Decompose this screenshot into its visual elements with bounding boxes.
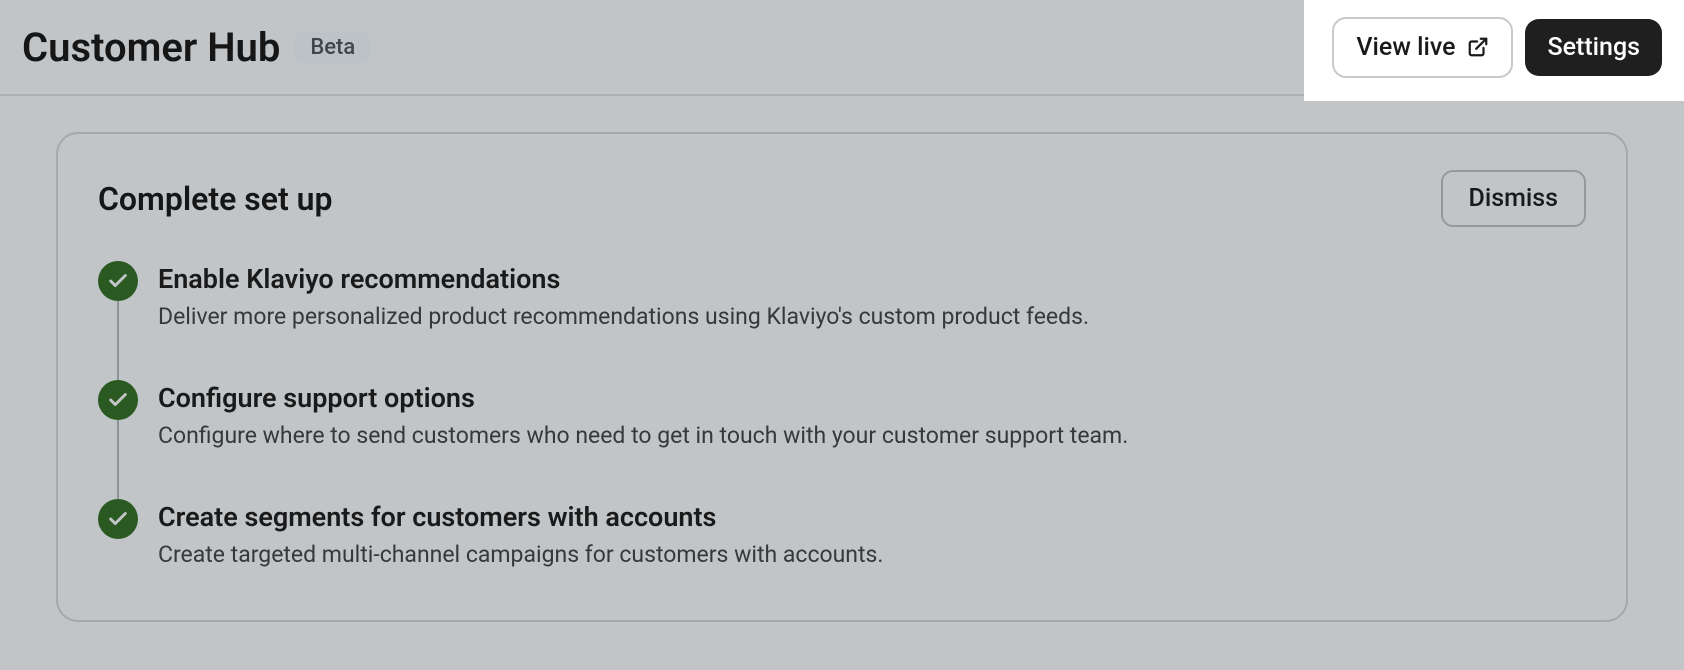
dismiss-label: Dismiss — [1469, 184, 1558, 213]
beta-badge: Beta — [294, 31, 371, 64]
settings-label: Settings — [1547, 33, 1640, 62]
header-left: Customer Hub Beta — [22, 24, 371, 71]
external-link-icon — [1467, 36, 1489, 58]
checkmark-icon — [98, 261, 138, 301]
step-description: Create targeted multi-channel campaigns … — [158, 539, 883, 570]
step-content: Create segments for customers with accou… — [158, 499, 883, 570]
card-header: Complete set up Dismiss — [98, 170, 1586, 227]
step-description: Deliver more personalized product recomm… — [158, 301, 1089, 332]
steps-list: Enable Klaviyo recommendations Deliver m… — [98, 261, 1586, 570]
setup-card: Complete set up Dismiss Enable Klaviyo r… — [56, 132, 1628, 622]
dismiss-button[interactable]: Dismiss — [1441, 170, 1586, 227]
step-title: Enable Klaviyo recommendations — [158, 263, 1089, 295]
step-item: Create segments for customers with accou… — [98, 499, 1586, 570]
view-live-button[interactable]: View live — [1332, 17, 1513, 78]
step-title: Configure support options — [158, 382, 1128, 414]
step-item: Configure support options Configure wher… — [98, 380, 1586, 499]
view-live-label: View live — [1356, 33, 1455, 62]
card-title: Complete set up — [98, 180, 333, 218]
step-title: Create segments for customers with accou… — [158, 501, 883, 533]
step-description: Configure where to send customers who ne… — [158, 420, 1128, 451]
settings-button[interactable]: Settings — [1525, 19, 1662, 76]
header-right: View live Settings — [1332, 6, 1662, 89]
step-content: Enable Klaviyo recommendations Deliver m… — [158, 261, 1089, 332]
page-header: Customer Hub Beta View live Settings — [0, 0, 1684, 96]
step-item: Enable Klaviyo recommendations Deliver m… — [98, 261, 1586, 380]
page-title: Customer Hub — [22, 24, 280, 71]
checkmark-icon — [98, 499, 138, 539]
checkmark-icon — [98, 380, 138, 420]
step-connector-line — [117, 299, 119, 382]
step-content: Configure support options Configure wher… — [158, 380, 1128, 451]
main-container: Complete set up Dismiss Enable Klaviyo r… — [0, 96, 1684, 658]
step-connector-line — [117, 418, 119, 501]
